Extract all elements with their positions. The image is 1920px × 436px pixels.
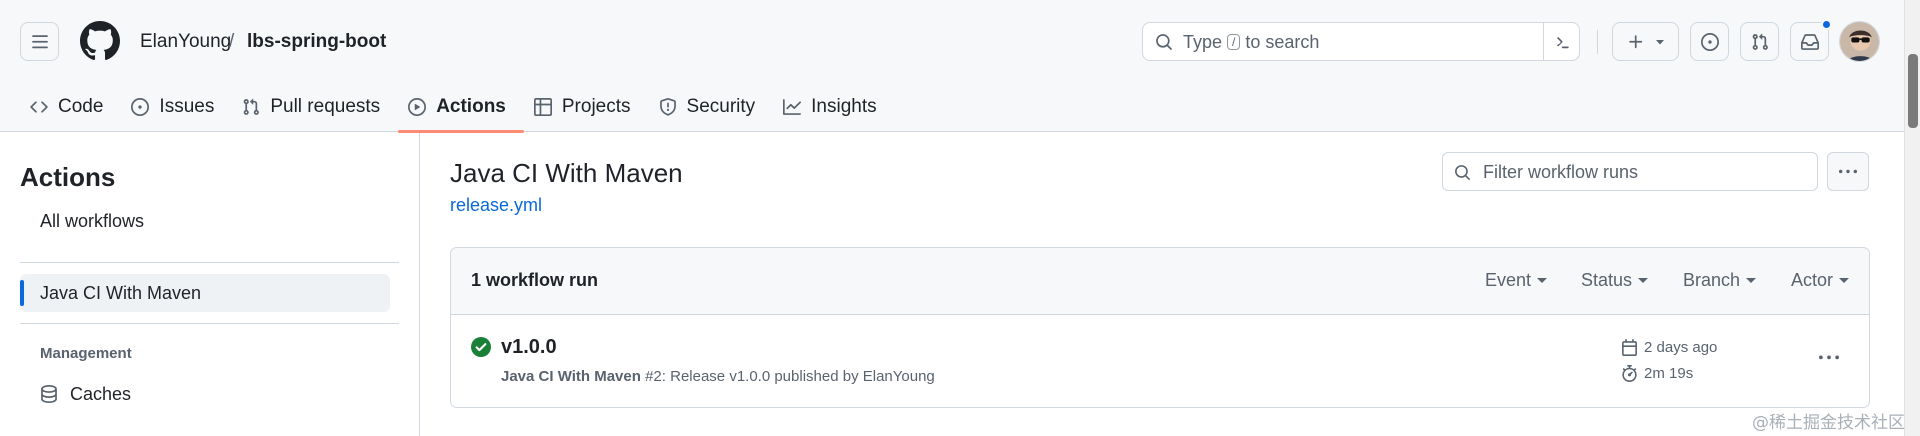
sidebar-item-all-workflows[interactable]: All workflows bbox=[20, 202, 390, 240]
tab-label: Issues bbox=[159, 96, 215, 117]
run-workflow-name: Java CI With Maven bbox=[501, 368, 641, 385]
tab-label: Projects bbox=[561, 96, 631, 117]
filter-branch-dropdown[interactable]: Branch bbox=[1683, 270, 1757, 291]
triangle-down-icon bbox=[1537, 278, 1548, 283]
kebab-horizontal-icon bbox=[1839, 163, 1857, 181]
search-placeholder-suffix: to search bbox=[1245, 32, 1320, 52]
runs-header: 1 workflow run Event Status Branch Actor bbox=[451, 248, 1869, 315]
tab-insights[interactable]: Insights bbox=[773, 82, 894, 132]
tab-code[interactable]: Code bbox=[20, 82, 121, 132]
sidebar-item-java-ci-with-maven[interactable]: Java CI With Maven bbox=[20, 274, 390, 312]
git-pull-request-icon bbox=[1751, 33, 1769, 51]
filter-label: Branch bbox=[1683, 270, 1741, 290]
table-icon bbox=[533, 98, 552, 116]
tab-issues[interactable]: Issues bbox=[121, 82, 232, 132]
code-icon bbox=[30, 98, 48, 116]
search-input[interactable]: Type / to search bbox=[1142, 22, 1580, 61]
workflow-file-link[interactable]: release.yml bbox=[450, 194, 542, 216]
workflow-runs-list: 1 workflow run Event Status Branch Actor… bbox=[450, 247, 1870, 408]
notifications-button[interactable] bbox=[1790, 19, 1832, 61]
filter-label: Status bbox=[1581, 270, 1633, 290]
filter-label: Event bbox=[1485, 270, 1532, 290]
breadcrumb-separator: / bbox=[229, 31, 235, 52]
tab-label: Security bbox=[686, 96, 756, 117]
tab-actions[interactable]: Actions bbox=[398, 82, 524, 133]
page-scrollbar[interactable] bbox=[1904, 0, 1920, 436]
issue-opened-icon bbox=[1700, 32, 1719, 51]
repo-tabs: Code Issues Pull requests Actions Projec… bbox=[0, 82, 895, 133]
tab-security[interactable]: Security bbox=[649, 82, 774, 132]
breadcrumb-owner[interactable]: ElanYoung bbox=[140, 30, 231, 54]
tab-label: Code bbox=[58, 96, 104, 117]
database-icon bbox=[40, 385, 58, 403]
hamburger-icon bbox=[31, 33, 49, 51]
command-palette-icon[interactable] bbox=[1543, 23, 1580, 60]
search-placeholder-prefix: Type bbox=[1183, 32, 1223, 52]
filter-status-dropdown[interactable]: Status bbox=[1581, 270, 1649, 291]
triangle-down-icon bbox=[1638, 278, 1649, 283]
plus-icon bbox=[1627, 33, 1645, 51]
watermark: @稀土掘金技术社区 bbox=[1752, 413, 1905, 433]
search-icon bbox=[1454, 164, 1471, 181]
filter-event-dropdown[interactable]: Event bbox=[1485, 270, 1548, 291]
sidebar-item-caches[interactable]: Caches bbox=[20, 375, 390, 413]
header-divider bbox=[1597, 30, 1598, 54]
github-logo-icon[interactable] bbox=[80, 21, 120, 61]
filter-label: Actor bbox=[1791, 270, 1834, 290]
calendar-icon bbox=[1621, 339, 1638, 356]
tab-projects[interactable]: Projects bbox=[524, 82, 649, 132]
runs-count: 1 workflow run bbox=[471, 270, 599, 290]
run-date: 2 days ago bbox=[1621, 339, 1717, 356]
tab-label: Insights bbox=[811, 96, 877, 117]
inbox-icon bbox=[1800, 33, 1819, 51]
triangle-down-icon bbox=[1839, 278, 1850, 283]
filter-workflow-runs-input[interactable]: Filter workflow runs bbox=[1442, 152, 1818, 191]
workflow-options-button[interactable] bbox=[1827, 152, 1869, 191]
tab-pull-requests[interactable]: Pull requests bbox=[232, 82, 398, 132]
run-date-text: 2 days ago bbox=[1644, 339, 1718, 356]
run-title-link[interactable]: v1.0.0 bbox=[501, 336, 557, 359]
your-issues-button[interactable] bbox=[1690, 22, 1729, 61]
kebab-horizontal-icon[interactable] bbox=[1819, 348, 1839, 368]
search-icon bbox=[1155, 33, 1173, 51]
avatar[interactable] bbox=[1839, 21, 1880, 62]
workflow-run-row[interactable]: v1.0.0 Java CI With Maven #2: Release v1… bbox=[451, 315, 1869, 407]
filter-placeholder: Filter workflow runs bbox=[1483, 162, 1639, 182]
tab-label: Actions bbox=[436, 96, 506, 117]
stopwatch-icon bbox=[1621, 365, 1638, 382]
filter-actor-dropdown[interactable]: Actor bbox=[1791, 270, 1850, 291]
triangle-down-icon bbox=[1655, 37, 1665, 47]
sidebar-divider bbox=[20, 323, 399, 324]
run-meta: Java CI With Maven #2: Release v1.0.0 pu… bbox=[501, 368, 935, 385]
run-detail: #2: Release v1.0.0 published by ElanYoun… bbox=[645, 368, 935, 385]
sidebar-title: Actions bbox=[20, 162, 116, 192]
your-pull-requests-button[interactable] bbox=[1740, 22, 1779, 61]
search-placeholder: Type / to search bbox=[1183, 31, 1319, 53]
play-icon bbox=[408, 98, 427, 116]
sidebar-item-label: Caches bbox=[70, 383, 132, 404]
check-circle-fill-icon bbox=[471, 337, 491, 357]
shield-icon bbox=[659, 98, 677, 116]
actions-sidebar: Actions All workflows Java CI With Maven… bbox=[0, 133, 420, 436]
breadcrumb-repo[interactable]: lbs-spring-boot bbox=[247, 30, 386, 54]
workflow-title: Java CI With Maven bbox=[450, 158, 683, 188]
run-duration-text: 2m 19s bbox=[1644, 365, 1694, 382]
git-pull-request-icon bbox=[242, 98, 260, 116]
global-header: ElanYoung / lbs-spring-boot Type / to se… bbox=[0, 0, 1904, 133]
menu-button[interactable] bbox=[20, 22, 59, 61]
graph-icon bbox=[783, 98, 802, 116]
tab-label: Pull requests bbox=[270, 96, 381, 117]
search-shortcut-key: / bbox=[1227, 34, 1241, 50]
unread-indicator bbox=[1821, 19, 1832, 30]
triangle-down-icon bbox=[1746, 278, 1757, 283]
scrollbar-thumb[interactable] bbox=[1908, 54, 1918, 128]
create-new-button[interactable] bbox=[1612, 22, 1679, 61]
sidebar-divider bbox=[20, 262, 399, 263]
sidebar-section-management: Management bbox=[40, 345, 132, 362]
issue-opened-icon bbox=[131, 98, 150, 116]
run-duration: 2m 19s bbox=[1621, 365, 1693, 382]
